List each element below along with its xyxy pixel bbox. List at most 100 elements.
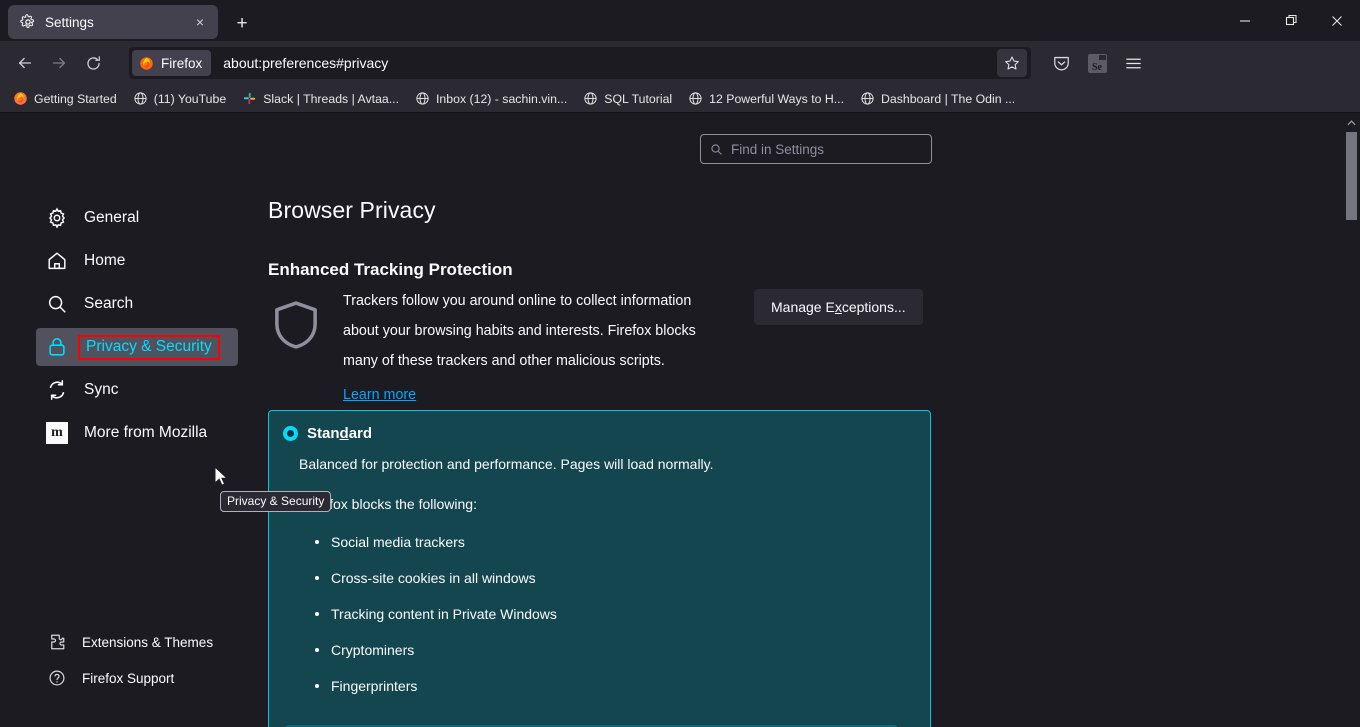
bullet-icon <box>315 612 319 616</box>
help-icon <box>48 669 66 687</box>
settings-main-panel: Browser Privacy Enhanced Tracking Protec… <box>268 114 1343 727</box>
reload-button[interactable] <box>77 47 109 79</box>
page-scrollbar[interactable] <box>1343 114 1360 727</box>
extensions-icon <box>48 633 66 651</box>
tab-bar: Settings × + <box>0 0 1360 41</box>
list-item-label: Fingerprinters <box>331 678 417 694</box>
card-header: Standard <box>283 425 930 442</box>
list-item: Cryptominers <box>307 632 930 668</box>
list-item: Tracking content in Private Windows <box>307 596 930 632</box>
forward-button[interactable] <box>43 47 75 79</box>
list-item: Fingerprinters <box>307 668 930 704</box>
sidebar-item-label: Sync <box>84 381 118 399</box>
sidebar-item-home[interactable]: Home <box>36 242 238 280</box>
bookmarks-toolbar: Getting Started (11) YouTube Slack | Thr… <box>0 85 1360 113</box>
bookmark-item[interactable]: (11) YouTube <box>126 88 233 109</box>
sidebar-item-more-from-mozilla[interactable]: m More from Mozilla <box>36 414 238 452</box>
sidebar-item-extensions-themes[interactable]: Extensions & Themes <box>36 625 238 659</box>
search-icon <box>46 293 68 315</box>
bookmark-item[interactable]: 12 Powerful Ways to H... <box>681 88 851 109</box>
bookmark-label: 12 Powerful Ways to H... <box>709 92 844 106</box>
window-controls <box>1222 0 1360 41</box>
close-icon[interactable]: × <box>190 12 210 32</box>
manage-exceptions-button[interactable]: Manage Exceptions... <box>754 289 923 325</box>
bullet-icon <box>315 648 319 652</box>
identity-box[interactable]: Firefox <box>132 50 211 76</box>
settings-page: Find in Settings General Home <box>0 114 1360 727</box>
sidebar-item-label: More from Mozilla <box>84 424 207 442</box>
bookmark-label: (11) YouTube <box>154 92 226 106</box>
scroll-up-icon[interactable] <box>1343 114 1360 131</box>
close-window-button[interactable] <box>1314 0 1360 41</box>
globe-icon <box>860 91 875 106</box>
mouse-cursor <box>214 466 230 493</box>
back-button[interactable] <box>9 47 41 79</box>
card-title: Standard <box>307 425 372 442</box>
bookmark-item[interactable]: Dashboard | The Odin ... <box>853 88 1022 109</box>
blocked-items-list: Social media trackers Cross-site cookies… <box>307 524 930 704</box>
gear-icon <box>20 14 36 30</box>
url-bar[interactable]: Firefox about:preferences#privacy <box>129 47 1031 79</box>
radio-standard[interactable] <box>283 426 298 441</box>
scrollbar-thumb[interactable] <box>1346 132 1357 220</box>
sidebar-item-privacy-security[interactable]: Privacy & Security <box>36 328 238 366</box>
gear-icon <box>46 207 68 229</box>
etp-text: Trackers follow you around online to col… <box>330 286 723 410</box>
globe-icon <box>583 91 598 106</box>
browser-tab[interactable]: Settings × <box>8 5 218 39</box>
sidebar-item-label: Privacy & Security <box>78 335 220 360</box>
new-tab-button[interactable]: + <box>228 9 256 37</box>
etp-description: Trackers follow you around online to col… <box>343 286 723 376</box>
sidebar-item-label: Home <box>84 252 125 270</box>
list-item-label: Cross-site cookies in all windows <box>331 570 536 586</box>
maximize-button[interactable] <box>1268 0 1314 41</box>
globe-icon <box>415 91 430 106</box>
lock-icon <box>46 336 68 358</box>
list-item-label: Social media trackers <box>331 534 465 550</box>
sidebar-nav-list: General Home Search Privacy & Sec <box>0 194 268 457</box>
bullet-icon <box>315 684 319 688</box>
pocket-icon[interactable] <box>1045 47 1077 79</box>
firefox-icon <box>139 56 154 71</box>
bookmark-label: Dashboard | The Odin ... <box>881 92 1015 106</box>
selenium-extension-icon[interactable]: Se <box>1081 47 1113 79</box>
mozilla-icon: m <box>46 422 68 444</box>
tooltip: Privacy & Security <box>220 491 331 512</box>
sidebar-item-firefox-support[interactable]: Firefox Support <box>36 661 238 695</box>
page-title: Browser Privacy <box>268 197 436 224</box>
manage-exceptions-label: Manage Exceptions... <box>771 299 906 315</box>
toolbar-right: Se <box>1045 47 1149 79</box>
home-icon <box>46 250 68 272</box>
globe-icon <box>133 91 148 106</box>
sidebar-item-label: General <box>84 209 139 227</box>
bookmark-star-icon[interactable] <box>997 49 1027 77</box>
minimize-button[interactable] <box>1222 0 1268 41</box>
bookmark-label: Getting Started <box>34 92 117 106</box>
bookmark-item[interactable]: Slack | Threads | Avtaa... <box>235 88 406 109</box>
sync-icon <box>46 379 68 401</box>
sidebar-item-label: Firefox Support <box>82 671 174 686</box>
bullet-icon <box>315 540 319 544</box>
learn-more-link[interactable]: Learn more <box>343 380 416 410</box>
sidebar-item-label: Extensions & Themes <box>82 635 213 650</box>
sidebar-item-sync[interactable]: Sync <box>36 371 238 409</box>
bookmark-item[interactable]: Getting Started <box>6 88 124 109</box>
sidebar-item-label: Search <box>84 295 133 313</box>
bookmark-label: Slack | Threads | Avtaa... <box>263 92 399 106</box>
settings-sidebar: General Home Search Privacy & Sec <box>0 114 268 727</box>
bookmark-label: Inbox (12) - sachin.vin... <box>436 92 567 106</box>
list-item-label: Tracking content in Private Windows <box>331 606 557 622</box>
url-text[interactable]: about:preferences#privacy <box>211 55 997 71</box>
section-title: Enhanced Tracking Protection <box>268 260 513 280</box>
sidebar-item-general[interactable]: General <box>36 199 238 237</box>
sidebar-item-search[interactable]: Search <box>36 285 238 323</box>
app-menu-icon[interactable] <box>1117 47 1149 79</box>
bookmark-item[interactable]: SQL Tutorial <box>576 88 679 109</box>
etp-standard-card[interactable]: Standard Balanced for protection and per… <box>268 410 931 727</box>
slack-icon <box>242 91 257 106</box>
globe-icon <box>688 91 703 106</box>
extension-badge: Se <box>1088 54 1107 73</box>
sidebar-bottom-list: Extensions & Themes Firefox Support <box>0 623 268 697</box>
firefox-icon <box>13 91 28 106</box>
bookmark-item[interactable]: Inbox (12) - sachin.vin... <box>408 88 574 109</box>
